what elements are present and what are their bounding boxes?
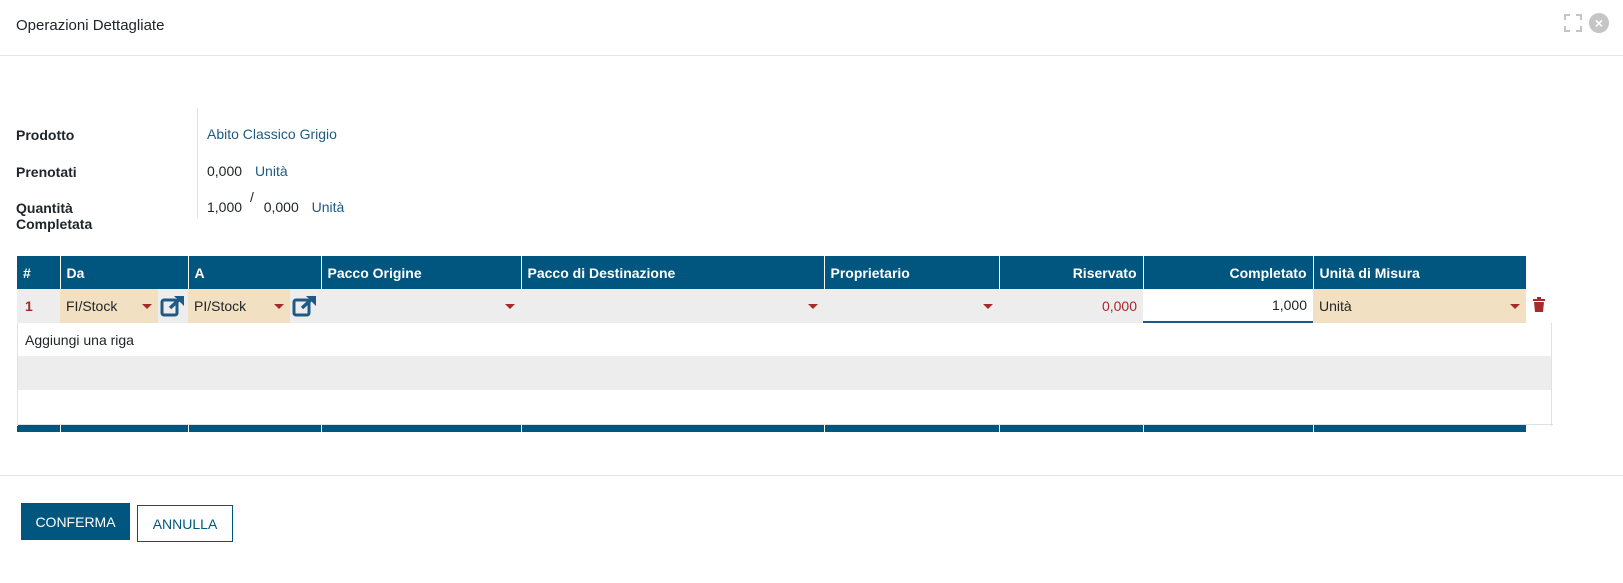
to-location-value: PI/Stock xyxy=(194,298,247,314)
reserved-cell: 0,000 xyxy=(999,289,1143,323)
empty-row xyxy=(17,390,1552,425)
modal-header: Operazioni Dettagliate × xyxy=(0,0,1623,56)
uom-select[interactable]: Unità xyxy=(1313,289,1526,323)
from-location-value: FI/Stock xyxy=(66,298,118,314)
col-header-dest-package[interactable]: Pacco di Destinazione xyxy=(521,256,825,289)
modal-footer: CONFERMA ANNULLA xyxy=(0,475,1623,583)
chevron-down-icon xyxy=(983,303,993,309)
close-icon[interactable]: × xyxy=(1589,13,1609,33)
col-header-to[interactable]: A xyxy=(188,256,322,289)
chevron-down-icon xyxy=(1510,303,1520,309)
cell-done xyxy=(1143,289,1313,323)
chevron-down-icon xyxy=(808,303,818,309)
col-header-reserved[interactable]: Riservato xyxy=(999,256,1144,289)
reserved-label: Prenotati xyxy=(16,164,77,180)
col-header-done[interactable]: Completato xyxy=(1143,256,1314,289)
col-header-uom[interactable]: Unità di Misura xyxy=(1313,256,1527,289)
cell-source-package xyxy=(321,289,521,323)
table-footer xyxy=(17,424,1553,432)
chevron-down-icon xyxy=(142,303,152,309)
done-label: Quantità Completata xyxy=(16,200,93,232)
operations-table: # Da A Pacco Origine Pacco di Destinazio… xyxy=(17,256,1553,432)
trash-icon xyxy=(1533,297,1545,312)
delete-row-button[interactable] xyxy=(1526,289,1552,323)
chevron-down-icon xyxy=(505,303,515,309)
done-value: 1,000 / 0,000 Unità xyxy=(207,189,345,215)
done-quantity-input[interactable] xyxy=(1143,289,1313,323)
cell-uom: Unità xyxy=(1313,289,1526,323)
col-header-number[interactable]: # xyxy=(17,256,61,289)
done-qty: 1,000 xyxy=(207,199,243,215)
col-header-actions xyxy=(1526,256,1552,289)
table-header: # Da A Pacco Origine Pacco di Destinazio… xyxy=(17,256,1552,289)
reserved-uom: Unità xyxy=(254,163,288,179)
dest-package-select[interactable] xyxy=(521,289,824,323)
reserved-qty: 0,000 xyxy=(207,163,243,179)
cell-dest-package xyxy=(521,289,824,323)
from-location-select[interactable]: FI/Stock xyxy=(60,289,158,323)
col-header-owner[interactable]: Proprietario xyxy=(824,256,1000,289)
row-number: 1 xyxy=(17,289,60,323)
product-value: Abito Classico Grigio xyxy=(207,126,337,142)
add-line-row: Aggiungi una riga xyxy=(17,323,1552,356)
cell-from: FI/Stock xyxy=(60,289,188,323)
add-line-link[interactable]: Aggiungi una riga xyxy=(17,332,134,348)
uom-value: Unità xyxy=(1319,298,1352,314)
info-divider xyxy=(197,108,198,218)
done-separator: / xyxy=(249,189,254,205)
source-package-select[interactable] xyxy=(321,289,521,323)
external-link-icon[interactable] xyxy=(158,289,188,323)
col-header-from[interactable]: Da xyxy=(60,256,189,289)
empty-row xyxy=(17,356,1552,390)
reserved-value: 0,000 Unità xyxy=(207,163,288,179)
done-uom: Unità xyxy=(311,199,345,215)
cell-owner xyxy=(824,289,999,323)
to-location-select[interactable]: PI/Stock xyxy=(188,289,290,323)
header-icons: × xyxy=(1563,13,1609,33)
confirm-button[interactable]: CONFERMA xyxy=(21,503,130,540)
cell-to: PI/Stock xyxy=(188,289,321,323)
col-header-source-package[interactable]: Pacco Origine xyxy=(321,256,522,289)
product-link[interactable]: Abito Classico Grigio xyxy=(207,126,337,142)
external-link-icon[interactable] xyxy=(290,289,320,323)
cancel-button[interactable]: ANNULLA xyxy=(137,505,233,542)
chevron-down-icon xyxy=(274,303,284,309)
modal-title: Operazioni Dettagliate xyxy=(16,17,165,34)
expand-icon[interactable] xyxy=(1563,13,1583,33)
done-total: 0,000 xyxy=(263,199,299,215)
owner-select[interactable] xyxy=(824,289,999,323)
product-label: Prodotto xyxy=(16,127,75,143)
table-row[interactable]: 1 FI/Stock PI/Stock 0,000 1,000 Unità xyxy=(17,289,1552,323)
